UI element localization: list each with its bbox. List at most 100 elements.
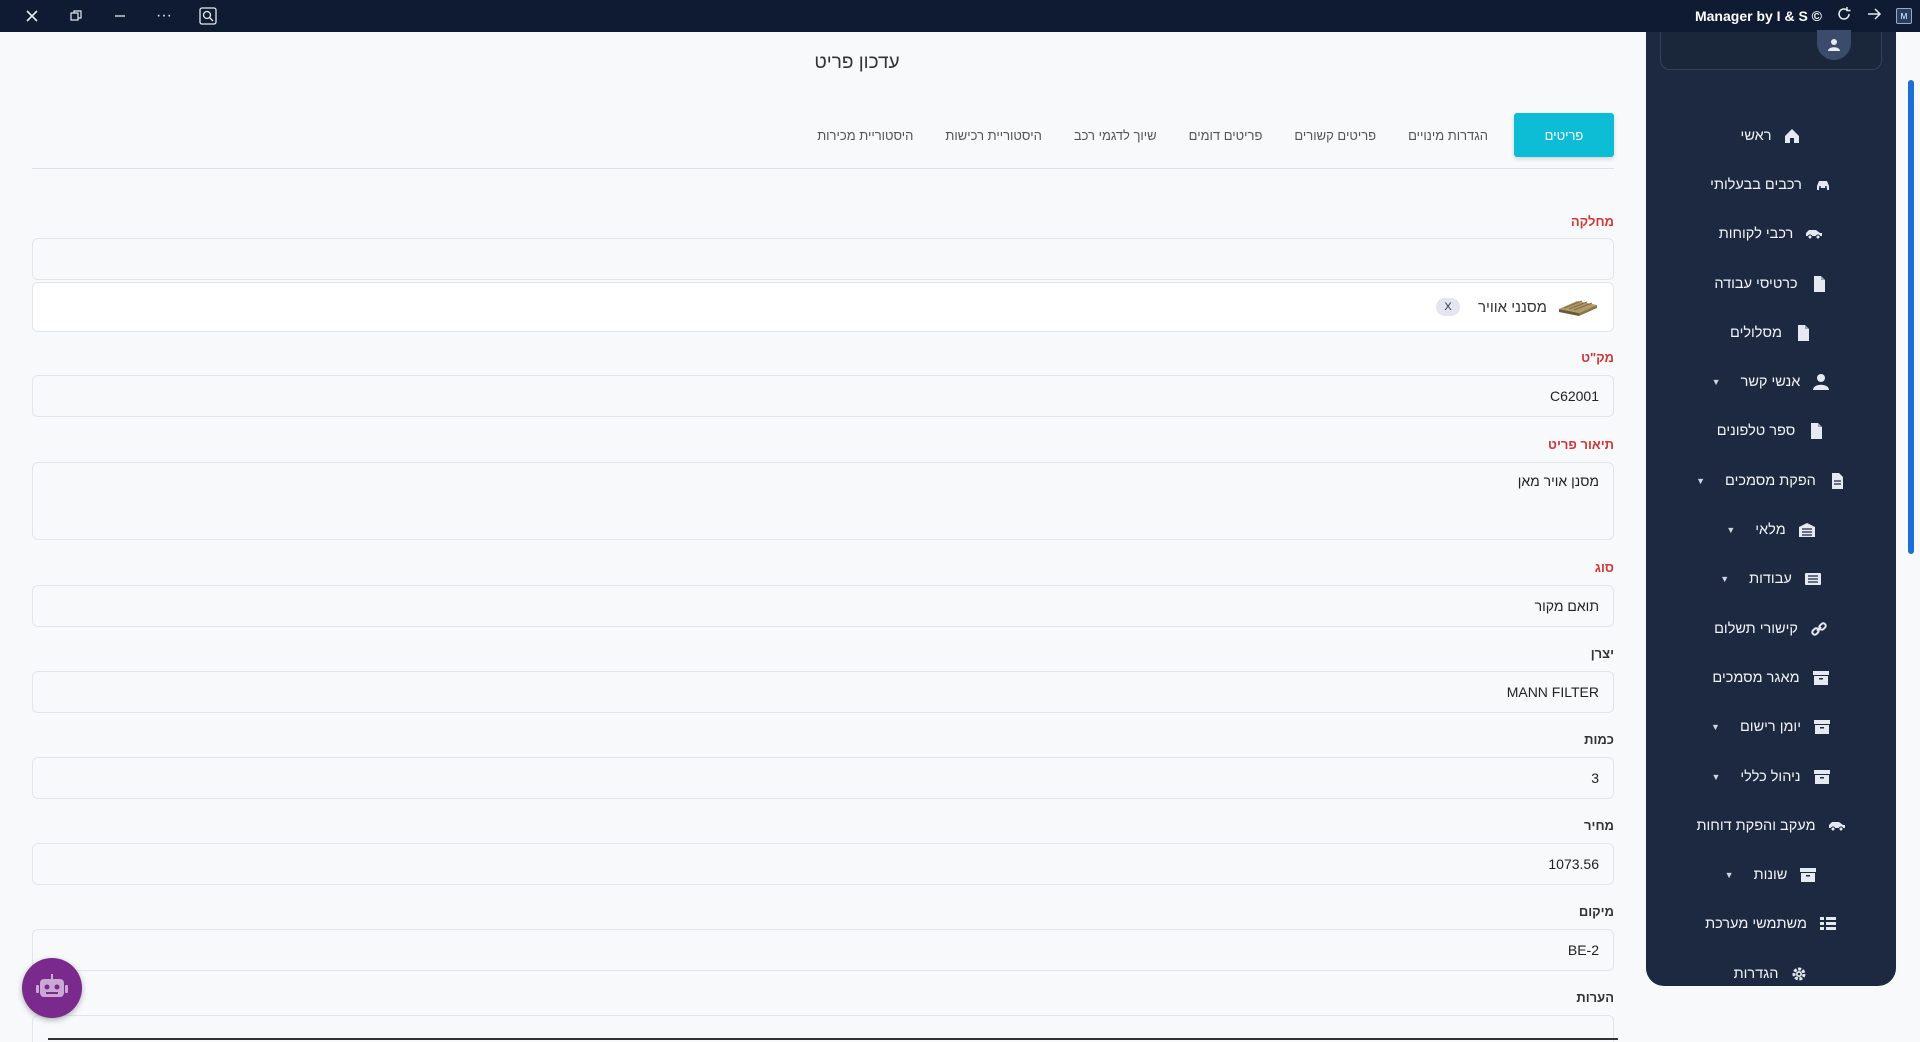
sidebar-item-label: מאגר מסמכים [1712,669,1800,686]
sidebar-item-12[interactable]: יומן רישום ▼ [1646,703,1896,752]
notes-label: הערות [1576,990,1614,1005]
sidebar-item-label: רכבים בבעלותי [1710,176,1802,193]
location-field[interactable]: BE-2 [32,929,1614,971]
warehouse-icon [1798,521,1816,539]
minimize-window-button[interactable] [98,0,142,32]
search-page-icon [199,7,217,25]
tab-3[interactable]: פריטים דומים [1173,113,1279,157]
sidebar-item-label: עבודות [1749,571,1792,588]
refresh-button[interactable] [1836,6,1852,27]
sidebar-item-15[interactable]: שונות ▼ [1646,850,1896,899]
sidebar-item-2[interactable]: רכבי לקוחות [1646,210,1896,259]
air-filter-icon [1559,300,1597,316]
quantity-label: כמות [1584,732,1614,747]
sidebar-item-label: רכבי לקוחות [1718,226,1794,243]
sidebar-item-label: כרטיסי עבודה [1714,275,1798,292]
sidebar-item-8[interactable]: מלאי ▼ [1646,505,1896,554]
close-window-button[interactable] [10,0,54,32]
sidebar-item-5[interactable]: אנשי קשר ▼ [1646,357,1896,406]
caret-down-icon: ▼ [1711,771,1721,782]
description-label: תיאור פריט [1548,437,1614,452]
price-field[interactable]: 1073.56 [32,843,1614,885]
sidebar-item-6[interactable]: ספר טלפונים [1646,407,1896,456]
robot-icon [36,974,68,997]
sidebar-item-3[interactable]: כרטיסי עבודה [1646,259,1896,308]
description-value: מסנן אויר מאן [1517,473,1599,489]
caret-down-icon: ▼ [1711,722,1720,733]
caret-down-icon: ▼ [1711,377,1721,388]
sidebar-item-label: ניהול כללי [1740,768,1801,785]
quantity-field[interactable]: 3 [32,757,1614,799]
type-label: סוג [1594,560,1614,575]
more-options-button[interactable]: ··· [142,0,186,32]
manufacturer-field[interactable]: MANN FILTER [32,671,1614,713]
type-select[interactable]: תואם מקור [32,585,1614,627]
car-side-icon [1805,225,1823,243]
avatar[interactable] [1817,30,1851,60]
chatbot-button[interactable] [22,958,82,1018]
description-textarea[interactable]: מסנן אויר מאן [32,462,1614,540]
sidebar-item-9[interactable]: עבודות ▼ [1646,555,1896,604]
profile-box[interactable] [1660,30,1882,70]
archive-icon [1813,718,1831,736]
tab-1[interactable]: הגדרות מינויים [1392,113,1504,157]
page-scrollbar[interactable] [1908,80,1914,554]
caret-down-icon: ▼ [1720,574,1730,585]
sidebar-item-1[interactable]: רכבים בבעלותי [1646,160,1896,209]
sidebar-item-label: אנשי קשר [1740,374,1801,391]
sidebar-item-10[interactable]: קישורי תשלום [1646,604,1896,653]
location-value: BE-2 [1567,942,1599,958]
sidebar-item-11[interactable]: מאגר מסמכים [1646,653,1896,702]
sidebar-item-label: ראשי [1740,127,1772,144]
search-page-button[interactable] [186,0,230,32]
sku-value: C62001 [1549,388,1599,404]
home-icon [1783,127,1801,145]
file-icon [1807,422,1825,440]
quantity-value: 3 [1591,770,1599,786]
file-alt-icon [1828,472,1846,490]
sidebar-nav: ראשי רכבים בבעלותי רכבי לקוחות כרטיסי עבודה… [1646,30,1896,986]
department-selected-box[interactable]: מסנני אוויר X [32,282,1614,332]
link-icon [1810,620,1828,638]
bottom-border [48,1038,1618,1040]
refresh-icon [1838,6,1851,20]
tab-4[interactable]: שיוך לדגמי רכב [1058,113,1173,157]
sidebar-item-14[interactable]: מעקב והפקת דוחות [1646,801,1896,850]
sidebar-item-17[interactable]: הגדרות [1646,949,1896,998]
manufacturer-value: MANN FILTER [1506,684,1599,700]
app-icon: M [1896,8,1912,24]
tab-0[interactable]: פריטים [1514,113,1614,157]
sidebar-item-16[interactable]: משתמשי מערכת [1646,900,1896,949]
more-icon: ··· [156,7,172,24]
sidebar-item-4[interactable]: מסלולים [1646,308,1896,357]
tab-2[interactable]: פריטים קשורים [1278,113,1392,157]
sku-label: מק"ט [1581,350,1614,365]
sidebar-item-0[interactable]: ראשי [1646,111,1896,160]
archive-icon [1813,768,1831,786]
caret-down-icon: ▼ [1726,525,1736,536]
location-label: מיקום [1578,904,1614,919]
sku-field[interactable]: C62001 [32,375,1614,417]
selected-department-chip: מסנני אוויר X [1435,297,1599,317]
tabs-divider [32,168,1614,169]
gear-icon [1790,965,1808,983]
remove-chip-button[interactable]: X [1435,298,1460,316]
forward-button[interactable] [1866,6,1882,27]
sidebar-item-label: יומן רישום [1739,719,1801,736]
sidebar-item-label: מלאי [1755,522,1786,539]
page-title: עדכון פריט [814,52,900,73]
caret-down-icon: ▼ [1696,475,1706,486]
price-label: מחיר [1584,818,1614,833]
sidebar-item-label: הפקת מסמכים [1725,472,1816,489]
sidebar-item-13[interactable]: ניהול כללי ▼ [1646,752,1896,801]
tab-5[interactable]: היסטוריית רכישות [929,113,1057,157]
restore-window-button[interactable] [54,0,98,32]
department-search-input[interactable] [32,238,1614,280]
sidebar-item-7[interactable]: הפקת מסמכים ▼ [1646,456,1896,505]
car-icon [1814,176,1832,194]
user-avatar-icon [1828,39,1840,51]
file-icon [1794,324,1812,342]
arrow-right-icon [1868,7,1882,20]
tab-6[interactable]: היסטוריית מכירות [801,113,929,157]
minimize-icon [115,15,125,17]
